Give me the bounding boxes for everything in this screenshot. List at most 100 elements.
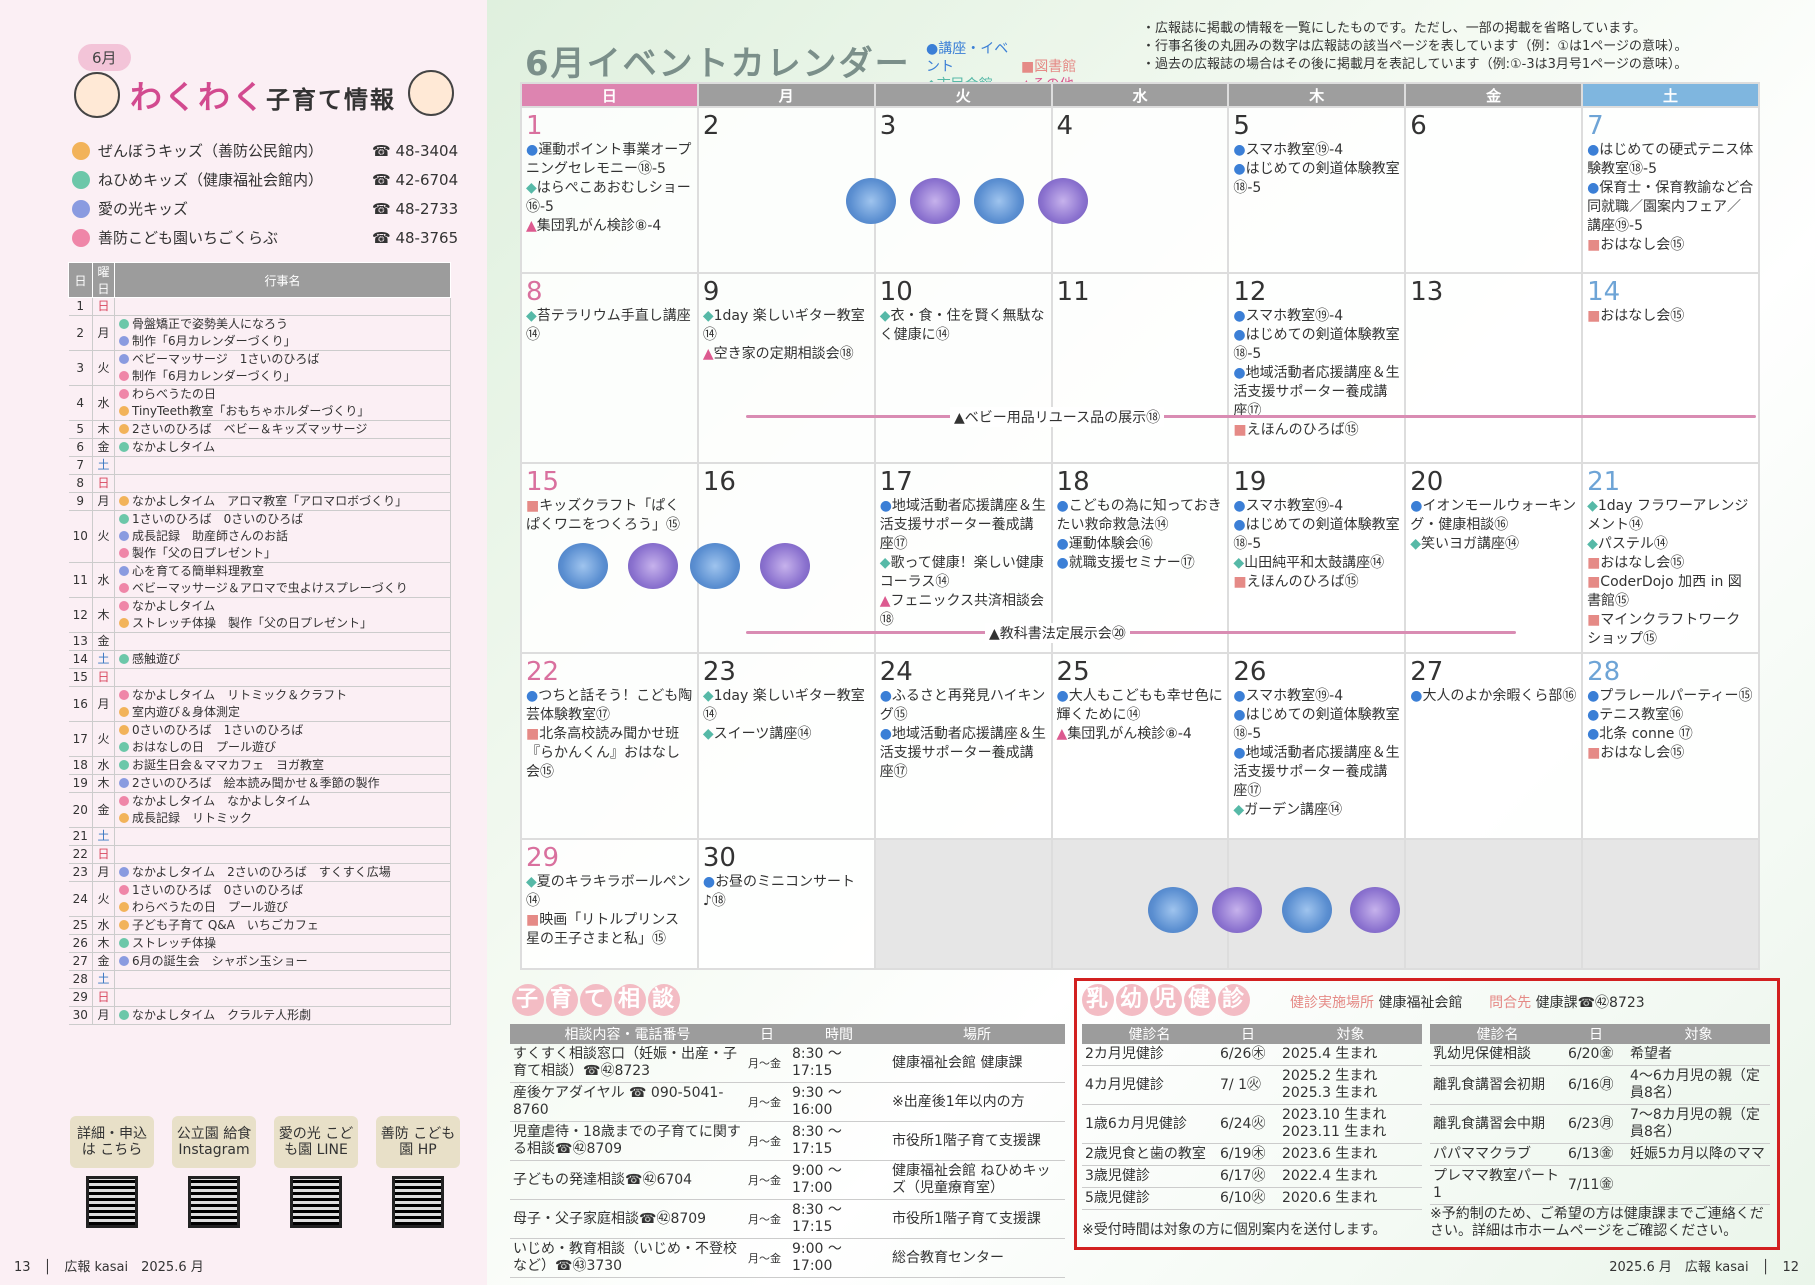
health-cell: 7/11㊎ <box>1565 1165 1627 1205</box>
event-title: イオンモールウォーキング・健康相談⑯ <box>1410 498 1577 533</box>
health-cell: 2カ月児健診 <box>1082 1044 1217 1066</box>
event-title: 集団乳がん検診⑧-4 <box>536 218 662 234</box>
category-icon: ◆ <box>702 726 714 742</box>
calendar-event: ●つちと話そう！こども陶芸体験教室⑰ <box>526 687 693 725</box>
day-cell: 24 <box>68 881 93 917</box>
facility-dot-icon <box>119 548 129 558</box>
day-number: 26 <box>1233 657 1267 687</box>
calendar-day: 28 ●プラレールパーティー⑮ ●テニス教室⑯ ●北条 conne ⑰ ■おはなし会⑮ <box>1581 652 1760 840</box>
health-cell: 7〜8カ月児の親（定員8名） <box>1627 1104 1770 1144</box>
health-cell: 離乳食講習会中期 <box>1430 1104 1565 1144</box>
calendar-day <box>1581 838 1760 970</box>
hydrangea-icon <box>1038 178 1088 224</box>
facility-dot-icon <box>119 319 129 329</box>
health-cell: 6/24㊋ <box>1217 1104 1279 1144</box>
event-name: 室内遊び＆身体測定 <box>132 705 241 719</box>
weekday-cell: 木 <box>92 934 115 953</box>
event-title: 地域活動者応援講座＆生活支援サポーター養成講座⑰ <box>879 726 1046 780</box>
category-icon: ● <box>1233 308 1246 324</box>
kids-facility-row: ねひめキッズ（健康福祉会館内） ☎ 42-6704 <box>72 165 472 194</box>
day-cell: 25 <box>68 916 93 935</box>
event-cell <box>114 632 451 651</box>
health-cell: 6/16㊊ <box>1565 1065 1627 1105</box>
health-text: 2020.6 生まれ <box>1282 1190 1378 1206</box>
consult-cell: 8:30 〜 17:15 <box>789 1044 889 1083</box>
qr-label: 詳細・申込は こちら <box>70 1116 154 1168</box>
event-name: 成長記録 助産師さんのお話 <box>132 529 289 543</box>
category-icon: ▲ <box>879 593 891 609</box>
table-row: 28 土 <box>68 970 451 989</box>
table-row: 11 水心を育てる簡単料理教室 ベビーマッサージ＆アロマで虫よけスプレーづくり <box>68 562 451 598</box>
day-cell: 7 <box>68 456 93 475</box>
calendar-event: ◆衣・食・住を賢く無駄なく健康に⑭ <box>880 307 1047 345</box>
event-cell: 6月の誕生会 シャボン玉ショー <box>114 952 451 971</box>
weekday-header: 日 <box>520 82 699 108</box>
table-row: 13 金 <box>68 632 451 651</box>
health-row: 2カ月児健診 6/26㊍ 2025.4 生まれ <box>1082 1044 1422 1066</box>
event-name: なかよしタイム なかよしタイム <box>132 794 311 808</box>
table-row: 12 木なかよしタイム ストレッチ体操 製作「父の日プレゼント」 <box>68 597 451 633</box>
calendar-event: ◆山田純平和太鼓講座⑭ <box>1233 554 1400 573</box>
category-icon: ● <box>1056 688 1069 704</box>
calendar-day: 11 <box>1050 272 1230 464</box>
health-text: パパママクラブ <box>1433 1146 1531 1162</box>
category-icon: ◆ <box>526 874 537 890</box>
event-title: 運動体験会⑯ <box>1068 536 1153 552</box>
event-cell: なかよしタイム ストレッチ体操 製作「父の日プレゼント」 <box>114 597 451 633</box>
category-icon: ◆ <box>702 308 714 324</box>
calendar-day: 25 ●大人もこどもも幸せ色に輝くために⑭ ▲集団乳がん検診⑧-4 <box>1050 652 1230 840</box>
event-title: パステル⑭ <box>1597 536 1668 552</box>
weekday-cell: 日 <box>92 668 115 687</box>
calendar-day: 23 ◆1day 楽しいギター教室⑭ ◆スイーツ講座⑭ <box>696 652 876 840</box>
weekday-header: 月 <box>696 82 876 108</box>
note-line: ・行事名後の丸囲みの数字は広報誌の該当ページを表しています（例：①は1ページの意… <box>1142 39 1688 54</box>
calendar-event: ◆はらぺこあおむしショー⑯-5 <box>526 179 693 217</box>
day-number: 16 <box>702 467 736 497</box>
calendar-week: 1 ●運動ポイント事業オープニングセレモニー⑱-5 ◆はらぺこあおむしショー⑯-5 ▲… <box>520 106 1760 274</box>
calendar-event: ■おはなし会⑮ <box>1587 554 1754 573</box>
table-row: 29 日 <box>68 988 451 1007</box>
health-cell: 6/19㊍ <box>1217 1143 1279 1166</box>
event-title: マインクラフトワークショップ⑮ <box>1587 612 1741 647</box>
facility-dot-icon <box>119 371 129 381</box>
health-cell: 2025.4 生まれ <box>1279 1044 1422 1066</box>
calendar-day: 8 ◆苔テラリウム手直し講座⑭ <box>520 272 699 464</box>
event-cell <box>114 474 451 493</box>
calendar-day <box>1050 838 1230 970</box>
calendar-event: ●大人のよか余暇くら部⑯ <box>1410 687 1577 706</box>
health-text: 6/16㊊ <box>1568 1076 1614 1093</box>
qr-code-icon <box>188 1176 240 1228</box>
event-title: はじめての剣道体験教室⑱-5 <box>1233 327 1400 362</box>
category-icon: ● <box>702 874 716 890</box>
health-text: 2025.3 生まれ <box>1282 1085 1378 1101</box>
weekday-cell: 火 <box>92 881 115 917</box>
title-char: 健 <box>1184 984 1216 1016</box>
event-cell: 0さいのひろば 1さいのひろば おはなしの日 プール遊び <box>114 721 451 757</box>
day-number: 22 <box>526 657 560 687</box>
event-cell: なかよしタイム なかよしタイム 成長記録 リトミック <box>114 792 451 828</box>
facility-name: 善防こども園いちごくらぶ <box>98 229 279 247</box>
weekday-cell: 土 <box>92 970 115 989</box>
table-row: 16 月なかよしタイム リトミック＆クラフト 室内遊び＆身体測定 <box>68 686 451 722</box>
category-icon: ● <box>1587 142 1600 158</box>
event-cell <box>114 297 451 316</box>
category-icon: ◆ <box>1587 498 1598 514</box>
health-cell: 3歳児健診 <box>1082 1165 1217 1188</box>
calendar-event: ●スマホ教室⑲-4 <box>1233 497 1400 516</box>
facility-dot-icon <box>119 601 129 611</box>
day-number: 29 <box>526 843 560 873</box>
day-number: 15 <box>526 467 560 497</box>
consult-col-header: 相談内容・電話番号 <box>510 1024 745 1044</box>
table-row: 5 木 2さいのひろば ベビー＆キッズマッサージ <box>68 420 451 439</box>
day-number: 2 <box>702 111 720 141</box>
event-title: スマホ教室⑲-4 <box>1245 498 1344 514</box>
day-number: 24 <box>879 657 913 687</box>
calendar-event: ◆1day 楽しいギター教室⑭ <box>703 687 870 725</box>
event-title: 映画「リトルプリンス 星の王子さまと私」⑮ <box>526 912 693 947</box>
calendar-event: ●はじめての硬式テニス体験教室⑱-5 <box>1587 141 1754 179</box>
event-name: 成長記録 リトミック <box>132 811 253 825</box>
weekday-cell: 日 <box>92 988 115 1007</box>
hydrangea-icon <box>760 543 810 589</box>
calendar-event: ●テニス教室⑯ <box>1587 706 1754 725</box>
event-name: なかよしタイム クラルテ人形劇 <box>132 1008 312 1022</box>
